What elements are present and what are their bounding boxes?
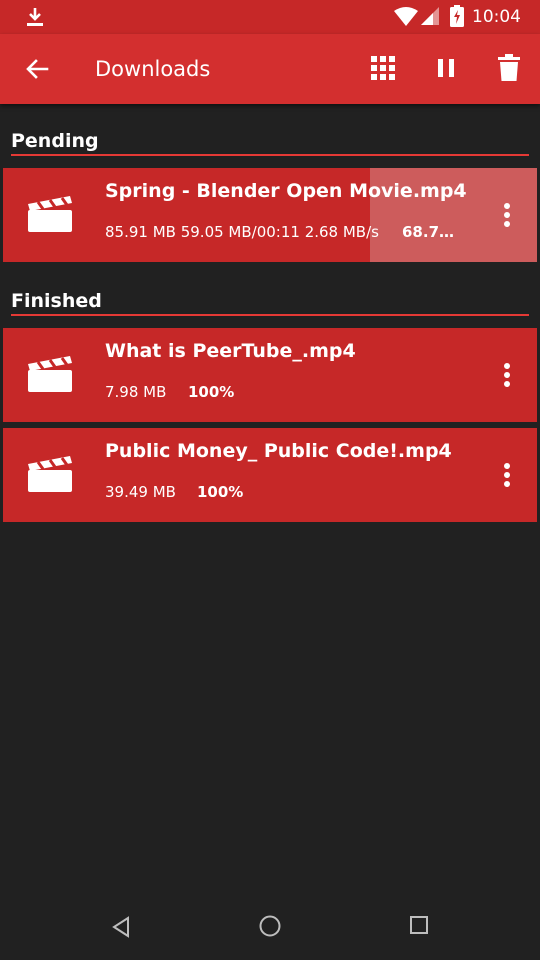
- page-title: Downloads: [95, 57, 211, 81]
- download-percent: 100%: [188, 383, 235, 401]
- video-file-icon: [28, 196, 72, 232]
- download-percent: 100%: [197, 483, 244, 501]
- file-size: 39.49 MB: [105, 483, 176, 501]
- signal-icon: [421, 7, 439, 25]
- file-name: What is PeerTube_.mp4: [105, 340, 356, 362]
- battery-charging-icon: [450, 5, 464, 27]
- download-icon: [27, 8, 43, 26]
- nav-recents-icon[interactable]: [407, 913, 431, 937]
- section-divider: [11, 154, 529, 156]
- video-file-icon: [28, 356, 72, 392]
- video-file-icon: [28, 456, 72, 492]
- navigation-bar: [0, 896, 540, 960]
- back-arrow-icon[interactable]: [22, 54, 52, 84]
- download-item-finished[interactable]: What is PeerTube_.mp4 7.98 MB 100%: [3, 328, 537, 422]
- nav-back-icon[interactable]: [108, 914, 134, 940]
- more-options-icon[interactable]: [497, 201, 517, 229]
- app-bar: Downloads: [0, 34, 540, 104]
- download-item-pending[interactable]: Spring - Blender Open Movie.mp4 85.91 MB…: [3, 168, 537, 262]
- section-divider: [11, 314, 529, 316]
- download-item-finished[interactable]: Public Money_ Public Code!.mp4 39.49 MB …: [3, 428, 537, 522]
- more-options-icon[interactable]: [497, 361, 517, 389]
- download-percent: 68.7…: [402, 223, 455, 241]
- more-options-icon[interactable]: [497, 461, 517, 489]
- file-size-speed: 85.91 MB 59.05 MB/00:11 2.68 MB/s: [105, 223, 379, 241]
- clock-time: 10:04: [472, 7, 521, 27]
- file-size: 7.98 MB: [105, 383, 167, 401]
- section-header-finished: Finished: [11, 290, 102, 312]
- section-header-pending: Pending: [11, 130, 99, 152]
- grid-view-icon[interactable]: [369, 54, 397, 82]
- pause-icon[interactable]: [432, 54, 460, 82]
- nav-home-icon[interactable]: [257, 913, 283, 939]
- trash-icon[interactable]: [495, 53, 523, 83]
- wifi-icon: [394, 7, 418, 26]
- status-bar: 10:04: [0, 0, 540, 34]
- file-name: Public Money_ Public Code!.mp4: [105, 440, 452, 462]
- file-name: Spring - Blender Open Movie.mp4: [105, 180, 467, 202]
